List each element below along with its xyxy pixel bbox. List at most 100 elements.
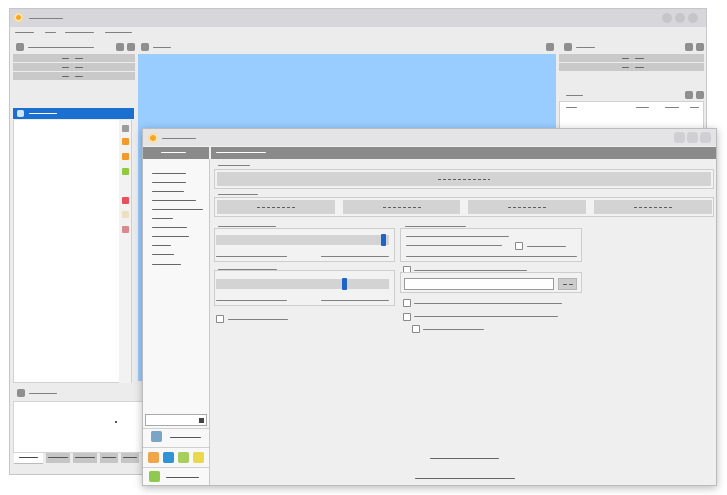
wide-option-bar[interactable]: [217, 172, 711, 186]
layer-list[interactable]: [13, 120, 119, 383]
sidebar-search-input[interactable]: [145, 414, 207, 426]
group-label-line: [218, 269, 277, 270]
button-label-line: [508, 207, 546, 208]
panel-title-line: [566, 95, 583, 96]
sidebar-item[interactable]: [152, 227, 187, 228]
option-checkbox[interactable]: [216, 315, 224, 323]
color-swatch[interactable]: [163, 452, 174, 463]
sidebar-item[interactable]: [152, 254, 174, 255]
tab-label-line: [48, 457, 68, 458]
column-header-line[interactable]: [566, 107, 577, 108]
marker-swatch[interactable]: [122, 211, 129, 218]
sub-option-checkbox[interactable]: [412, 325, 420, 333]
marker-swatch[interactable]: [122, 226, 129, 233]
layer-visibility-icon[interactable]: [17, 110, 24, 117]
list-item-label-line: [29, 113, 57, 114]
option-text-line: [406, 236, 509, 237]
color-swatch[interactable]: [193, 452, 204, 463]
path-input[interactable]: [404, 278, 554, 290]
left-panel: [13, 41, 136, 386]
panel-float-icon[interactable]: [685, 43, 693, 51]
panel-tab[interactable]: [100, 453, 118, 463]
minimize-icon[interactable]: [674, 132, 685, 143]
option-button[interactable]: [594, 200, 712, 214]
option-text-line: [406, 256, 577, 257]
sidebar-item[interactable]: [152, 191, 184, 192]
menu-item[interactable]: [15, 32, 34, 33]
marker-swatch[interactable]: [122, 138, 129, 145]
option-button[interactable]: [468, 200, 586, 214]
close-icon[interactable]: [700, 132, 711, 143]
menu-item[interactable]: [45, 32, 56, 33]
property-row[interactable]: [559, 54, 704, 62]
panel-menu-icon[interactable]: [17, 389, 25, 397]
panel-float-icon[interactable]: [685, 91, 693, 99]
profile-badge-icon[interactable]: [151, 431, 162, 442]
panel-float-icon[interactable]: [116, 43, 124, 51]
property-row[interactable]: [559, 63, 704, 71]
panel-menu-icon[interactable]: [141, 43, 149, 51]
background-title-bar[interactable]: [10, 9, 706, 27]
property-row[interactable]: [13, 54, 135, 62]
panel-tab[interactable]: [46, 453, 70, 463]
close-icon[interactable]: [688, 13, 698, 23]
column-header-line[interactable]: [690, 107, 699, 108]
sidebar-item[interactable]: [152, 173, 186, 174]
slider-handle[interactable]: [342, 278, 347, 290]
marker-swatch[interactable]: [122, 168, 129, 175]
search-icon[interactable]: [199, 418, 204, 423]
sidebar-item[interactable]: [152, 182, 186, 183]
slider-track[interactable]: [216, 234, 389, 246]
dialog-title-bar[interactable]: [143, 129, 716, 146]
slider-track[interactable]: [216, 278, 389, 290]
profile-label-line: [170, 437, 201, 438]
browse-icon: [569, 284, 573, 285]
marker-swatch[interactable]: [122, 153, 129, 160]
sidebar-item[interactable]: [152, 236, 189, 237]
marker-swatch[interactable]: [122, 125, 129, 132]
option-button[interactable]: [343, 200, 460, 214]
sidebar-item[interactable]: [152, 200, 196, 201]
menu-item[interactable]: [105, 32, 132, 33]
maximize-icon[interactable]: [687, 132, 698, 143]
browse-button[interactable]: [558, 278, 577, 290]
sidebar-item[interactable]: [152, 264, 181, 265]
panel-content-area[interactable]: [13, 401, 144, 453]
sidebar-item[interactable]: [152, 245, 171, 246]
panel-tab[interactable]: [121, 453, 139, 463]
tab-label-line: [102, 457, 116, 458]
option-checkbox[interactable]: [403, 299, 411, 307]
panel-close-icon[interactable]: [127, 43, 135, 51]
app-logo-icon: [148, 133, 158, 143]
dialog-title-line: [162, 138, 196, 139]
panel-menu-icon[interactable]: [564, 43, 572, 51]
checkbox-label-line: [228, 319, 288, 320]
minimize-icon[interactable]: [662, 13, 672, 23]
panel-close-icon[interactable]: [696, 43, 704, 51]
option-checkbox[interactable]: [515, 242, 523, 250]
color-swatch[interactable]: [148, 452, 159, 463]
list-item-selected[interactable]: [13, 108, 134, 119]
sidebar-item[interactable]: [152, 218, 173, 219]
option-button[interactable]: [217, 200, 335, 214]
marker-swatch[interactable]: [122, 197, 129, 204]
row-value-line: [75, 58, 83, 59]
menu-item[interactable]: [65, 32, 94, 33]
maximize-icon[interactable]: [675, 13, 685, 23]
option-checkbox[interactable]: [403, 313, 411, 321]
panel-menu-icon[interactable]: [16, 43, 24, 51]
property-row[interactable]: [13, 72, 135, 80]
slider-handle[interactable]: [381, 234, 386, 246]
panel-close-icon[interactable]: [546, 43, 554, 51]
color-swatch[interactable]: [178, 452, 189, 463]
footer-text-line: [415, 478, 515, 479]
property-row[interactable]: [13, 63, 135, 71]
column-header-line[interactable]: [665, 107, 679, 108]
section-label-line: [218, 194, 258, 195]
panel-tab-selected[interactable]: [14, 453, 43, 464]
panel-tab[interactable]: [73, 453, 97, 463]
section-frame: [214, 169, 714, 189]
panel-close-icon[interactable]: [696, 91, 704, 99]
sidebar-item[interactable]: [152, 209, 203, 210]
column-header-line[interactable]: [636, 107, 649, 108]
